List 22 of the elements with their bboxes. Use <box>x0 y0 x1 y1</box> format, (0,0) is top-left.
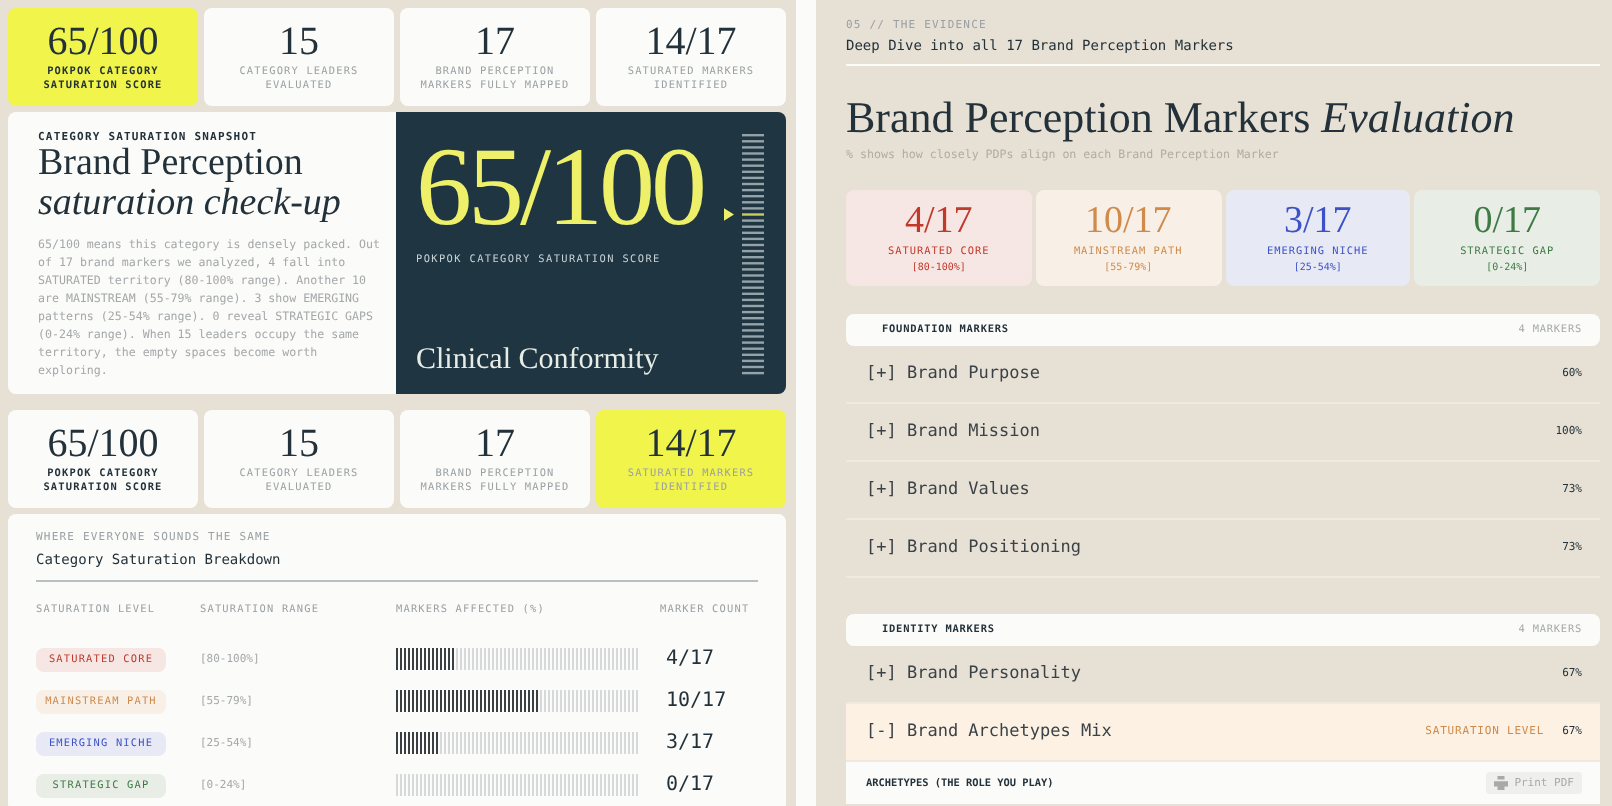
stat-value: 15 <box>279 423 319 463</box>
section-title: Brand Perception Markers Evaluation <box>846 94 1517 142</box>
summary-value: 3/17 <box>1283 202 1352 242</box>
stat-value: 15 <box>279 21 319 61</box>
stat-value: 14/17 <box>645 21 737 61</box>
stat-value: 65/100 <box>47 21 159 61</box>
summary-value: 10/17 <box>1084 202 1172 242</box>
printer-icon <box>1494 776 1509 790</box>
summary-value: 0/17 <box>1473 202 1542 242</box>
marker-count: 3/17 <box>664 730 717 758</box>
marker-count: 10/17 <box>664 688 729 716</box>
stat-value: 65/100 <box>47 423 159 463</box>
stat-value: 14/17 <box>645 423 737 463</box>
marker-count: 0/17 <box>664 772 717 800</box>
score-value: 65/100 <box>416 132 704 244</box>
marker-count: 4/17 <box>664 646 717 674</box>
verdict-text: Clinical Conformity <box>416 344 661 378</box>
card-title: saturation check-up <box>38 184 343 224</box>
card-title: Brand Perception <box>38 144 305 184</box>
stat-value: 17 <box>475 423 515 463</box>
stat-value: 17 <box>475 21 515 61</box>
summary-value: 4/17 <box>904 202 973 242</box>
